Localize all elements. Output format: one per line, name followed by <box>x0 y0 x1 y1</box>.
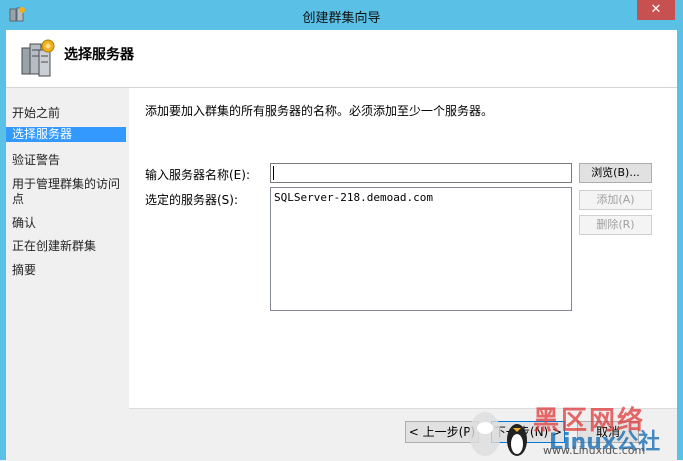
remove-button[interactable]: 删除(R) <box>579 215 652 235</box>
instructions-text: 添加要加入群集的所有服务器的名称。必须添加至少一个服务器。 <box>145 104 494 118</box>
step-select-servers[interactable]: 选择服务器 <box>6 127 126 142</box>
wizard-steps: 开始之前 选择服务器 验证警告 用于管理群集的访问点 确认 正在创建新群集 摘要 <box>6 88 129 460</box>
wizard-header: 选择服务器 <box>6 30 677 88</box>
step-creating-cluster[interactable]: 正在创建新群集 <box>12 239 126 254</box>
browse-button[interactable]: 浏览(B)... <box>579 163 652 183</box>
step-confirmation[interactable]: 确认 <box>12 216 126 231</box>
wizard-client: 选择服务器 开始之前 选择服务器 验证警告 用于管理群集的访问点 确认 正在创建… <box>6 30 677 461</box>
step-access-point[interactable]: 用于管理群集的访问点 <box>12 177 124 207</box>
step-before-you-begin[interactable]: 开始之前 <box>12 106 126 121</box>
selected-servers-list[interactable]: SQLServer-218.demoad.com <box>270 187 572 311</box>
server-name-input[interactable] <box>270 163 572 183</box>
page-title: 选择服务器 <box>64 47 134 63</box>
add-button[interactable]: 添加(A) <box>579 190 652 210</box>
window-title: 创建群集向导 <box>302 11 381 26</box>
main-panel: 添加要加入群集的所有服务器的名称。必须添加至少一个服务器。 输入服务器名称(E)… <box>129 88 677 408</box>
penguin-logo-icon <box>469 412 527 456</box>
server-name-label: 输入服务器名称(E): <box>145 168 250 182</box>
step-summary[interactable]: 摘要 <box>12 263 126 278</box>
list-item[interactable]: SQLServer-218.demoad.com <box>274 191 433 204</box>
site-watermark: 黑区网络 Linux公社 www.Linuxidc.com <box>453 398 683 460</box>
wizard-window: 创建群集向导 ✕ 选择服务器 开始之前 选择服务器 验证警告 用于管理群集的访问… <box>0 0 683 461</box>
title-bar[interactable]: 创建群集向导 ✕ <box>0 0 683 30</box>
text-caret <box>273 166 274 180</box>
close-button[interactable]: ✕ <box>637 0 675 20</box>
selected-servers-label: 选定的服务器(S): <box>145 193 239 207</box>
servers-icon <box>21 39 55 77</box>
step-validation-warning[interactable]: 验证警告 <box>12 153 126 168</box>
watermark-line3: www.Linuxidc.com <box>543 444 646 457</box>
